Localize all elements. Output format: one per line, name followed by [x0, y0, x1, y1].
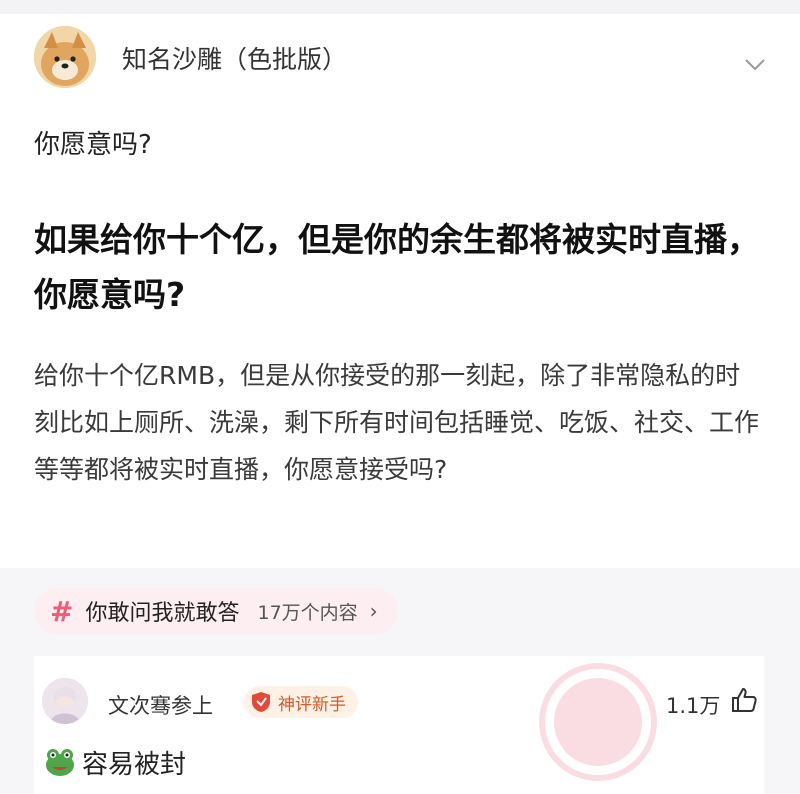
dog-avatar-icon	[34, 26, 96, 88]
commenter-name[interactable]: 文次骞参上	[108, 690, 213, 720]
shield-icon	[252, 692, 270, 712]
like-count: 1.1万	[666, 694, 721, 718]
thumbs-up-icon[interactable]	[730, 686, 758, 714]
topic-label: 你敢问我就敢答	[85, 601, 240, 626]
topic-pill[interactable]: # 你敢问我就敢答 17万个内容 ›	[34, 588, 398, 634]
top-strip	[0, 0, 800, 14]
author-row[interactable]	[0, 14, 800, 114]
author-name[interactable]: 知名沙雕（色批版）	[122, 40, 347, 76]
question-body: 给你十个亿RMB，但是从你接受的那一刻起，除了非常隐私的时刻比如上厕所、洗澡，剩…	[34, 361, 760, 484]
badge-label: 神评新手	[278, 694, 346, 715]
user-avatar-icon	[42, 678, 88, 724]
question-short: 你愿意吗?	[34, 130, 152, 160]
god-comment-badge: 神评新手	[244, 686, 358, 718]
chevron-down-icon[interactable]	[744, 58, 766, 72]
comment-text: 容易被封	[82, 750, 187, 780]
question-title[interactable]: 如果给你十个亿，但是你的余生都将被实时直播，你愿意吗?	[34, 212, 764, 322]
topic-count: 17万个内容	[257, 601, 358, 624]
frog-emoji-icon	[46, 749, 74, 776]
avatar[interactable]	[34, 26, 96, 88]
stamp-watermark-icon	[539, 663, 657, 781]
hash-icon: #	[50, 594, 74, 628]
commenter-avatar[interactable]	[42, 678, 88, 724]
chevron-right-icon: ›	[369, 599, 378, 623]
